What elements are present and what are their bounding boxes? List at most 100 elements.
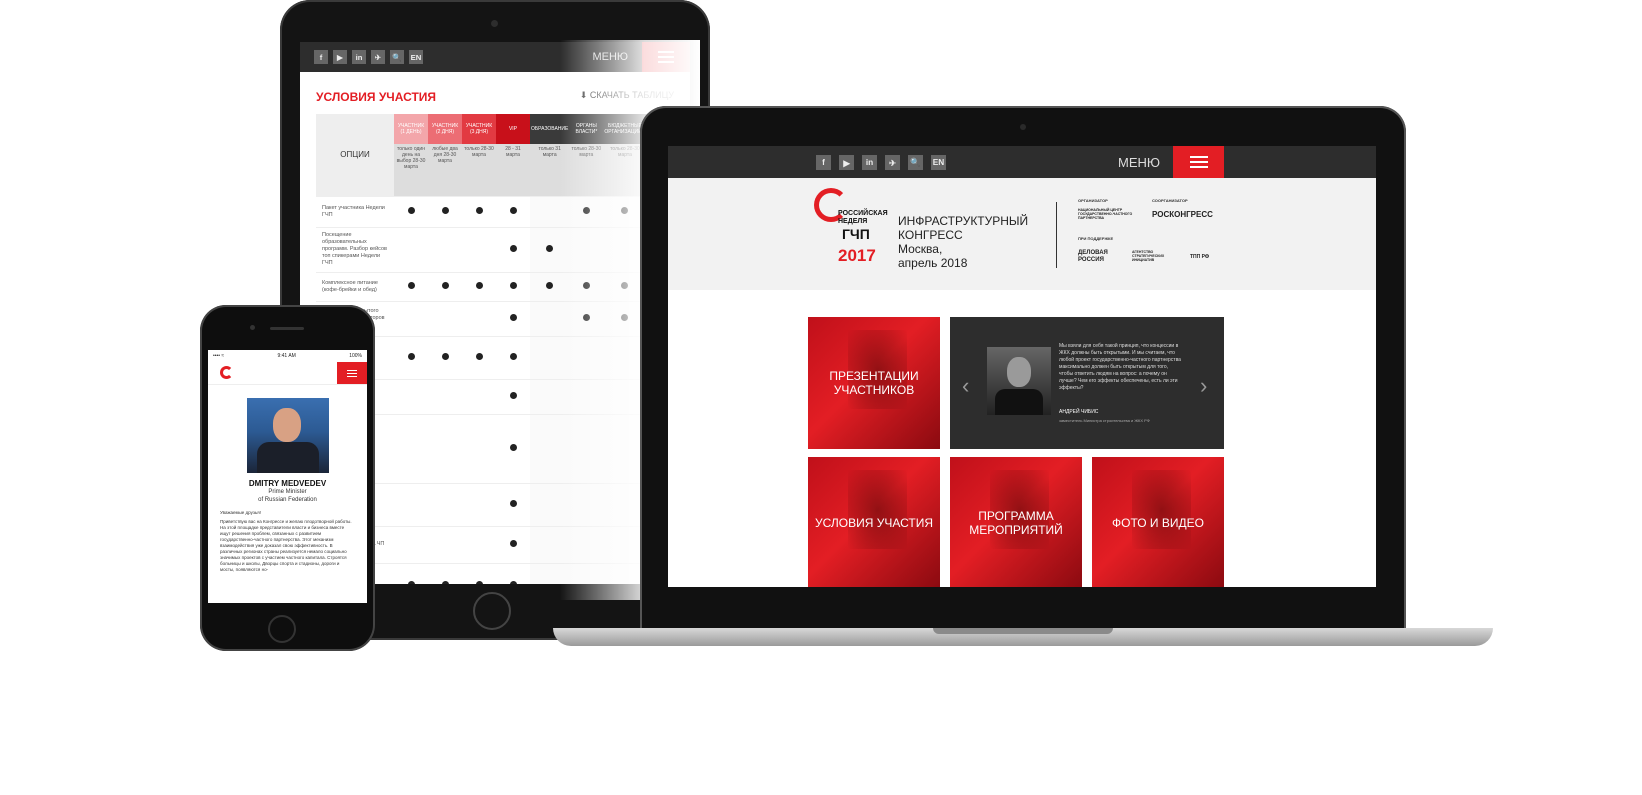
laptop-menu-button[interactable] — [1173, 146, 1224, 178]
slider-prev-icon[interactable]: ‹ — [962, 373, 969, 399]
included-dot-icon — [582, 207, 590, 215]
facebook-icon[interactable]: f — [816, 155, 831, 170]
included-dot-icon — [582, 282, 590, 289]
column-subheader: только один день на выбор 28-30 марта — [394, 144, 428, 197]
youtube-icon[interactable]: ▶ — [333, 50, 347, 64]
laptop-notch — [933, 628, 1113, 634]
included-dot-icon — [509, 540, 517, 547]
included-dot-icon — [546, 282, 554, 289]
phone-home-button[interactable] — [268, 615, 296, 643]
slider-next-icon[interactable]: › — [1200, 373, 1207, 399]
quote-author: АНДРЕЙ ЧИБИС — [1059, 409, 1099, 415]
download-table-link[interactable]: ⬇ СКАЧАТЬ ТАБЛИЦУ — [580, 90, 674, 104]
tablet-social-icons: f ▶ in ✈ 🔍 EN — [314, 50, 423, 64]
included-dot-icon — [509, 353, 517, 360]
included-dot-icon — [509, 245, 517, 252]
language-switch[interactable]: EN — [409, 50, 423, 64]
phone-camera — [250, 325, 255, 330]
included-dot-icon — [407, 207, 415, 215]
included-dot-icon — [509, 500, 517, 507]
included-dot-icon — [475, 353, 483, 360]
signal-icon: •••• ≈ — [213, 353, 225, 359]
facebook-icon[interactable]: f — [314, 50, 328, 64]
column-subheader: любые два дня 28-30 марта — [428, 144, 462, 197]
laptop-menu-label[interactable]: МЕНЮ — [1118, 155, 1160, 170]
delovaya-rossiya-logo[interactable]: ДЕЛОВАЯ РОССИЯ — [1078, 250, 1122, 264]
telegram-icon[interactable]: ✈ — [885, 155, 900, 170]
tile-photo-video[interactable]: ФОТО И ВИДЕО — [1092, 457, 1224, 587]
search-icon[interactable]: 🔍 — [908, 155, 923, 170]
options-header: ОПЦИИ — [316, 114, 394, 197]
tpp-logo[interactable]: ТПП РФ — [1190, 254, 1209, 260]
phone-speaker — [270, 327, 304, 330]
included-dot-icon — [582, 314, 590, 321]
included-dot-icon — [621, 282, 629, 289]
coorganizer-label: СООРГАНИЗАТОР — [1152, 198, 1188, 203]
included-dot-icon — [441, 353, 449, 360]
row-label: Пакет участника Недели ГЧП — [316, 196, 394, 228]
row-label: Комплексное питание (кофе-брейки и обед) — [316, 272, 394, 302]
asi-logo[interactable]: АГЕНТСТВО СТРАТЕГИЧЕСКИХ ИНИЦИАТИВ — [1132, 250, 1182, 262]
tile-presentations[interactable]: ПРЕЗЕНТАЦИИ УЧАСТНИКОВ — [808, 317, 940, 449]
laptop-camera — [1020, 124, 1026, 130]
linkedin-icon[interactable]: in — [862, 155, 877, 170]
phone-status-bar: •••• ≈ 9:41 AM 100% — [208, 350, 367, 362]
row-label: Посещение образовательных программ. Разб… — [316, 227, 394, 273]
tile-conditions[interactable]: УСЛОВИЯ УЧАСТИЯ — [808, 457, 940, 587]
table-row: Пакет участника Недели ГЧП — [316, 196, 647, 228]
battery-level: 100% — [349, 353, 362, 359]
included-dot-icon — [475, 207, 483, 215]
laptop-screen: f ▶ in ✈ 🔍 EN МЕНЮ РОССИЙСКАЯ НЕДЕЛЯ ГЧП 2017 … — [668, 146, 1376, 587]
telegram-icon[interactable]: ✈ — [371, 50, 385, 64]
language-switch[interactable]: EN — [931, 155, 946, 170]
included-dot-icon — [509, 207, 517, 215]
tablet-camera — [491, 20, 498, 27]
speaker-photo — [987, 347, 1051, 415]
header-divider — [1056, 202, 1057, 268]
table-row: Посещение образовательных программ. Разб… — [316, 227, 647, 273]
speaker-name: DMITRY MEDVEDEV — [248, 479, 327, 488]
tablet-menu-button[interactable] — [642, 42, 690, 72]
column-subheader: 28 - 31 марта — [496, 144, 530, 197]
included-dot-icon — [407, 353, 415, 360]
included-dot-icon — [509, 581, 517, 584]
laptop-device: f ▶ in ✈ 🔍 EN МЕНЮ РОССИЙСКАЯ НЕДЕЛЯ ГЧП 2017 … — [640, 106, 1406, 631]
search-icon[interactable]: 🔍 — [390, 50, 404, 64]
roscongress-logo[interactable]: РОСКОНГРЕСС — [1152, 210, 1213, 219]
congress-title: ИНФРАСТРУКТУРНЫЙ КОНГРЕСС Москва, апрель… — [898, 214, 1029, 270]
speaker-portrait — [246, 398, 329, 473]
phone-logo-icon[interactable] — [220, 366, 233, 379]
tile-program[interactable]: ПРОГРАММА МЕРОПРИЯТИЙ — [950, 457, 1082, 587]
column-header: ОБРАЗОВАНИЕ — [530, 114, 570, 144]
phone-menu-button[interactable] — [337, 362, 367, 384]
included-dot-icon — [621, 207, 629, 215]
table-row: Комплексное питание (кофе-брейки и обед) — [316, 272, 647, 302]
column-subheader: только 28-30 марта — [462, 144, 496, 197]
included-dot-icon — [509, 282, 517, 289]
phone-nav-bar — [208, 362, 367, 385]
column-subheader: только 31 марта — [530, 144, 570, 197]
linkedin-icon[interactable]: in — [352, 50, 366, 64]
gchp-week-logo[interactable]: РОССИЙСКАЯ НЕДЕЛЯ ГЧП 2017 — [814, 188, 888, 268]
included-dot-icon — [509, 314, 517, 321]
quote-author-role: заместитель Министра строительства и ЖКХ… — [1059, 418, 1150, 423]
tablet-home-button[interactable] — [473, 592, 511, 630]
column-subheader: только 28-30 марта — [569, 144, 604, 197]
included-dot-icon — [407, 282, 415, 289]
phone-device: •••• ≈ 9:41 AM 100% DMITRY MEDVEDEV Prim… — [200, 305, 375, 651]
included-dot-icon — [546, 245, 554, 252]
column-header: УЧАСТНИК (2 ДНЯ) — [428, 114, 462, 144]
included-dot-icon — [621, 314, 629, 321]
tablet-menu-label[interactable]: МЕНЮ — [592, 51, 628, 63]
speaker-role-line2: of Russian Federation — [258, 497, 317, 503]
organizer-logo[interactable]: НАЦИОНАЛЬНЫЙ ЦЕНТР ГОСУДАРСТВЕННО-ЧАСТНО… — [1078, 208, 1144, 220]
site-header: РОССИЙСКАЯ НЕДЕЛЯ ГЧП 2017 ИНФРАСТРУКТУРН… — [668, 178, 1376, 290]
support-label: ПРИ ПОДДЕРЖКЕ — [1078, 236, 1114, 241]
column-header: ОРГАНЫ ВЛАСТИ* — [569, 114, 604, 144]
included-dot-icon — [509, 444, 517, 451]
status-time: 9:41 AM — [277, 353, 296, 359]
tablet-top-bar: f ▶ in ✈ 🔍 EN МЕНЮ — [300, 42, 690, 72]
included-dot-icon — [509, 392, 517, 399]
column-header: УЧАСТНИК (3 ДНЯ) — [462, 114, 496, 144]
youtube-icon[interactable]: ▶ — [839, 155, 854, 170]
